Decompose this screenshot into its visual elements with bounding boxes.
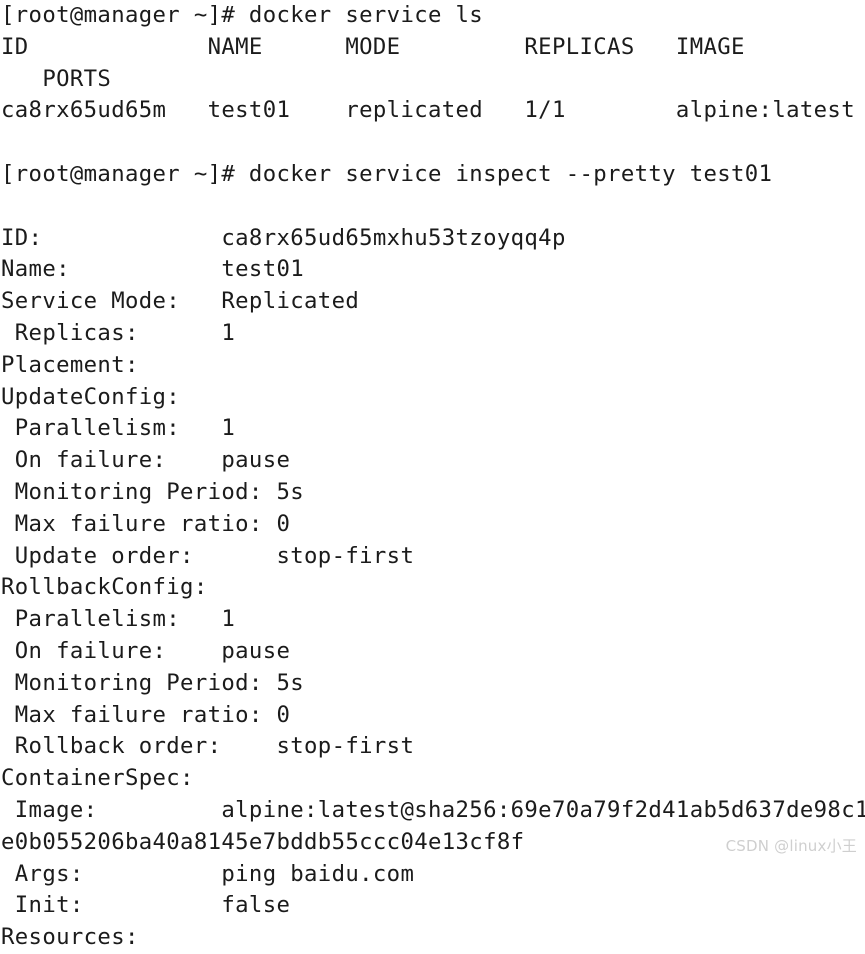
terminal-line-container-init: Init: false <box>1 892 291 919</box>
terminal-line-inspect-service-mode: Service Mode: Replicated <box>1 288 360 315</box>
terminal-line-command-service-ls: [root@manager ~]# docker service ls <box>1 2 484 28</box>
terminal-line-rollback-max-failure-ratio: Max failure ratio: 0 <box>1 701 291 728</box>
terminal-line-rollback-order: Rollback order: stop-first <box>1 733 415 760</box>
terminal-line-update-order: Update order: stop-first <box>1 542 415 569</box>
terminal-line-inspect-resources: Resources: <box>1 924 139 951</box>
terminal-line-update-on-failure: On failure: pause <box>1 447 291 474</box>
terminal-line-inspect-name: Name: test01 <box>1 256 305 283</box>
terminal-line-inspect-id: ID: ca8rx65ud65mxhu53tzoyqq4p <box>1 224 566 251</box>
terminal-line-service-ls-row: ca8rx65ud65m test01 replicated 1/1 alpin… <box>1 97 855 124</box>
terminal-line-inspect-container-spec: ContainerSpec: <box>1 765 194 792</box>
terminal-line-service-ls-header: ID NAME MODE REPLICAS IMAGE <box>1 33 745 60</box>
terminal-line-inspect-replicas: Replicas: 1 <box>1 319 236 346</box>
terminal-line-service-ls-header-ports: PORTS <box>1 65 112 92</box>
terminal-line-inspect-rollback-config: RollbackConfig: <box>1 574 208 601</box>
terminal-line-container-image: Image: alpine:latest@sha256:69e70a79f2d4… <box>1 796 865 823</box>
terminal-line-update-monitoring-period: Monitoring Period: 5s <box>1 478 305 505</box>
terminal-line-update-parallelism: Parallelism: 1 <box>1 415 236 442</box>
terminal-line-rollback-monitoring-period: Monitoring Period: 5s <box>1 669 305 696</box>
terminal-line-rollback-on-failure: On failure: pause <box>1 637 291 664</box>
csdn-watermark: CSDN @linux小王 <box>725 837 857 855</box>
terminal-window[interactable]: [root@manager ~]# docker service ls ID N… <box>0 0 865 950</box>
terminal-line-inspect-placement: Placement: <box>1 351 139 378</box>
terminal-line-container-args: Args: ping baidu.com <box>1 860 415 887</box>
terminal-line-inspect-update-config: UpdateConfig: <box>1 383 181 410</box>
terminal-line-command-service-inspect: [root@manager ~]# docker service inspect… <box>1 160 773 187</box>
terminal-line-rollback-parallelism: Parallelism: 1 <box>1 606 236 633</box>
terminal-line-update-max-failure-ratio: Max failure ratio: 0 <box>1 510 291 537</box>
